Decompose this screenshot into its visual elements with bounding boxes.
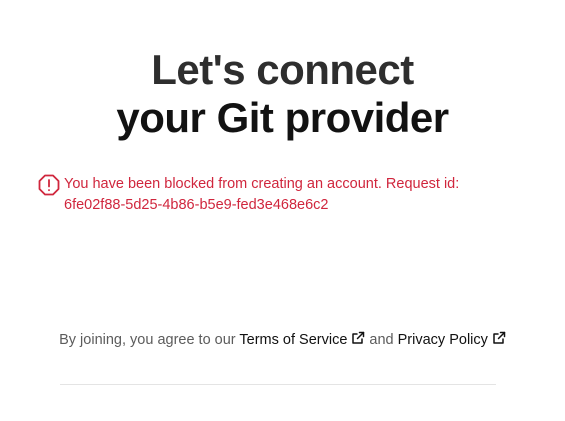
legal-notice: By joining, you agree to our Terms of Se… bbox=[0, 329, 565, 351]
page-title-line-1: Let's connect bbox=[151, 46, 414, 93]
external-link-icon bbox=[492, 330, 506, 344]
page-title-line-2: your Git provider bbox=[116, 94, 449, 141]
terms-of-service-label: Terms of Service bbox=[239, 332, 348, 348]
legal-conjunction: and bbox=[365, 332, 398, 348]
alert-octagon-icon bbox=[38, 174, 60, 196]
page: Let's connect your Git provider You have… bbox=[0, 0, 565, 421]
external-link-icon bbox=[351, 330, 365, 344]
error-text-line-1: You have been blocked from creating an a… bbox=[64, 176, 460, 192]
privacy-policy-label: Privacy Policy bbox=[397, 332, 488, 348]
error-text: You have been blocked from creating an a… bbox=[64, 174, 459, 216]
privacy-policy-link[interactable]: Privacy Policy bbox=[397, 330, 506, 348]
page-title: Let's connect your Git provider bbox=[0, 46, 565, 142]
terms-of-service-link[interactable]: Terms of Service bbox=[239, 330, 365, 348]
error-message: You have been blocked from creating an a… bbox=[38, 174, 518, 216]
divider bbox=[60, 384, 496, 385]
error-request-id: 6fe02f88-5d25-4b86-b5e9-fed3e468e6c2 bbox=[64, 197, 329, 213]
legal-prefix: By joining, you agree to our bbox=[59, 332, 240, 348]
